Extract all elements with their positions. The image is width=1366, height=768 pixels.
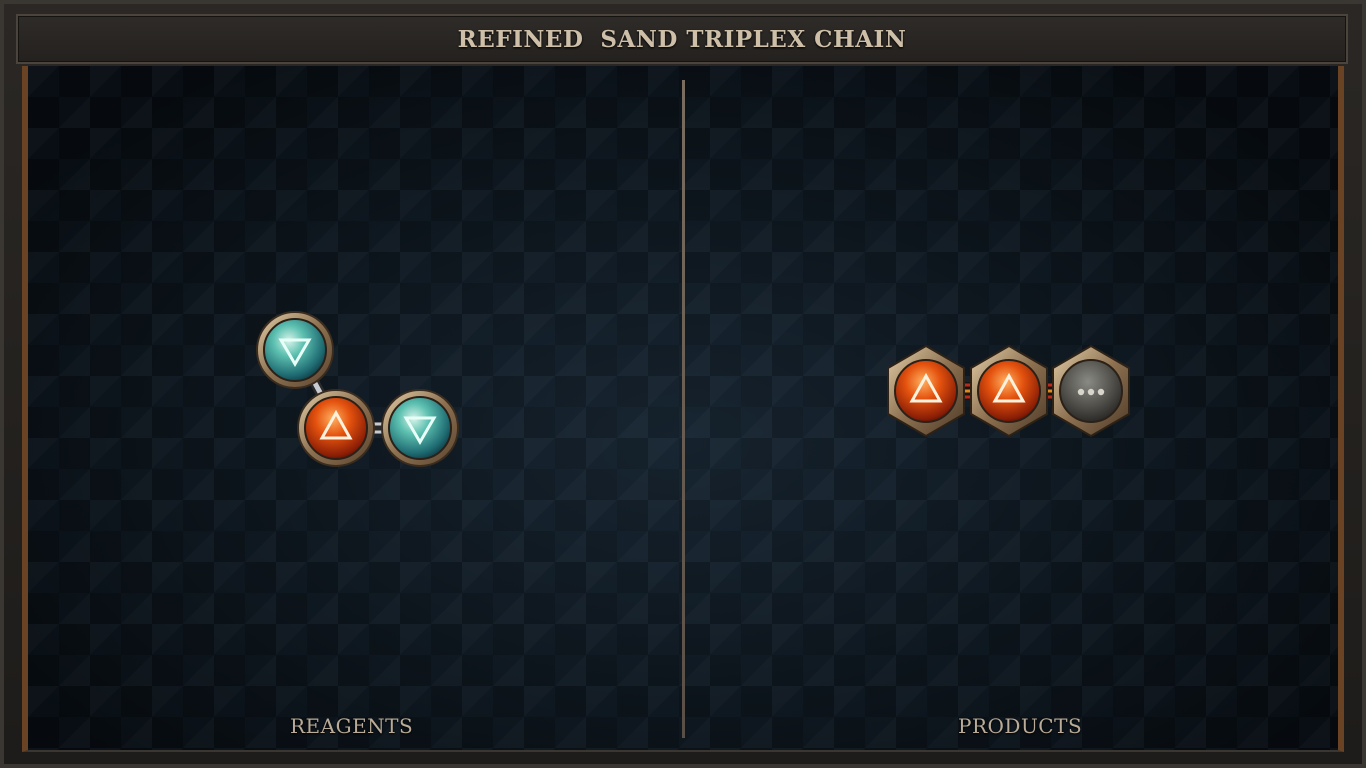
reagents-label: REAGENTS bbox=[290, 714, 414, 738]
puzzle-title: REFINED SAND TRIPLEX CHAIN bbox=[457, 25, 907, 53]
reagent-molecule[interactable] bbox=[250, 310, 470, 480]
water-atom[interactable] bbox=[381, 389, 459, 467]
fire-atom[interactable] bbox=[297, 389, 375, 467]
water-atom[interactable] bbox=[256, 311, 334, 389]
panel-divider bbox=[682, 80, 685, 738]
salt-dots-icon bbox=[1077, 388, 1105, 396]
fire-atom[interactable] bbox=[887, 344, 965, 438]
product-molecule[interactable] bbox=[884, 344, 1136, 444]
fire-atom[interactable] bbox=[970, 344, 1048, 438]
products-label: PRODUCTS bbox=[958, 714, 1083, 738]
salt-atom[interactable] bbox=[1052, 344, 1130, 438]
title-bar: REFINED SAND TRIPLEX CHAIN bbox=[16, 14, 1348, 64]
